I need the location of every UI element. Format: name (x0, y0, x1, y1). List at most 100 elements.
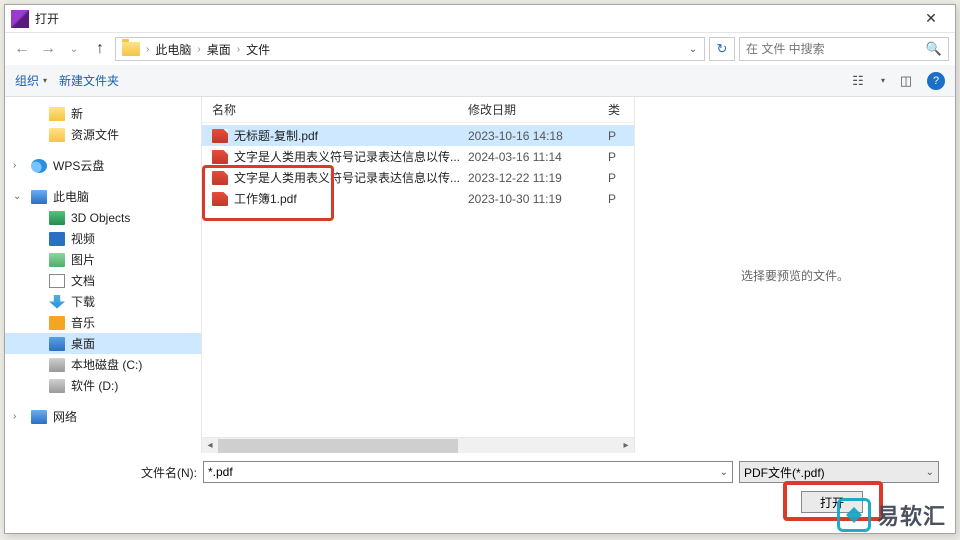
body-area: 新 资源文件 ›WPS云盘 ⌄此电脑 3D Objects 视频图片文档下载音乐桌… (5, 97, 955, 453)
breadcrumb-this-pc[interactable]: 此电脑 (151, 41, 195, 58)
column-header-modified[interactable]: 修改日期 (468, 101, 608, 118)
recent-dropdown-icon[interactable]: ⌄ (63, 38, 85, 60)
sidebar-item-wps-cloud[interactable]: ›WPS云盘 (5, 155, 201, 176)
pc-icon (31, 190, 47, 204)
horizontal-scrollbar[interactable]: ◂ ▸ (202, 437, 634, 453)
sidebar-item[interactable]: 图片 (5, 249, 201, 270)
sidebar-item-label: 网络 (53, 408, 77, 425)
folder-icon (49, 128, 65, 142)
file-date: 2024-03-16 11:14 (468, 150, 608, 164)
column-header-name[interactable]: 名称 (212, 101, 468, 118)
app-icon (11, 10, 29, 28)
filetype-filter-combobox[interactable]: PDF文件(*.pdf) ⌄ (739, 461, 939, 483)
preview-pane-button[interactable]: ◫ (897, 72, 915, 90)
address-dropdown-icon[interactable]: ⌄ (684, 44, 702, 55)
organize-menu[interactable]: 组织 ▾ (15, 72, 47, 89)
toolbar: 组织 ▾ 新建文件夹 ☷ ▾ ◫ ? (5, 65, 955, 97)
file-row[interactable]: 工作簿1.pdf2023-10-30 11:19P (202, 188, 634, 209)
file-name: 无标题-复制.pdf (234, 127, 468, 144)
pdf-icon (212, 171, 228, 185)
chevron-right-icon: › (237, 44, 240, 55)
organize-label: 组织 (15, 72, 39, 89)
disk-icon (49, 358, 65, 372)
back-button[interactable]: ← (11, 38, 33, 60)
address-bar[interactable]: › 此电脑 › 桌面 › 文件 ⌄ (115, 37, 705, 61)
view-options-button[interactable]: ☷ (849, 72, 867, 90)
search-icon[interactable]: 🔍 (926, 41, 942, 57)
file-name: 文字是人类用表义符号记录表达信息以传... (234, 169, 468, 186)
cloud-icon (31, 159, 47, 173)
scroll-left-button[interactable]: ◂ (202, 439, 218, 453)
sidebar-item[interactable]: 文档 (5, 270, 201, 291)
new-folder-button[interactable]: 新建文件夹 (59, 72, 119, 89)
chevron-down-icon[interactable]: ⌄ (926, 467, 934, 478)
help-button[interactable]: ? (927, 72, 945, 90)
sidebar-item[interactable]: 音乐 (5, 312, 201, 333)
sidebar-item[interactable]: 视频 (5, 228, 201, 249)
file-row[interactable]: 文字是人类用表义符号记录表达信息以传...2023-12-22 11:19P (202, 167, 634, 188)
refresh-button[interactable]: ↻ (709, 37, 735, 61)
sidebar-item-new[interactable]: 新 (5, 103, 201, 124)
preview-pane: 选择要预览的文件。 (635, 97, 955, 453)
sidebar-item[interactable]: 下载 (5, 291, 201, 312)
file-date: 2023-12-22 11:19 (468, 171, 608, 185)
sidebar-item-resources[interactable]: 资源文件 (5, 124, 201, 145)
search-box[interactable]: 🔍 (739, 37, 949, 61)
open-button[interactable]: 打开 (801, 491, 863, 513)
chevron-right-icon: › (146, 44, 149, 55)
file-row[interactable]: 无标题-复制.pdf2023-10-16 14:18P (202, 125, 634, 146)
forward-button[interactable]: → (37, 38, 59, 60)
up-button[interactable]: ↑ (89, 38, 111, 60)
pdf-icon (212, 129, 228, 143)
sidebar-item-label: 软件 (D:) (71, 377, 118, 394)
file-name: 工作簿1.pdf (234, 190, 468, 207)
sidebar-item-label: 本地磁盘 (C:) (71, 356, 142, 373)
folder-icon (49, 107, 65, 121)
chevron-down-icon: ▾ (43, 76, 47, 85)
sidebar-item[interactable]: 本地磁盘 (C:) (5, 354, 201, 375)
sidebar-item-label: 新 (71, 105, 83, 122)
column-header-type[interactable]: 类 (608, 101, 628, 118)
sidebar-item[interactable]: 桌面 (5, 333, 201, 354)
sidebar-item-network[interactable]: › 网络 (5, 406, 201, 427)
desk-icon (49, 337, 65, 351)
filename-value: *.pdf (208, 465, 233, 479)
scroll-track[interactable] (218, 439, 618, 453)
chevron-down-icon[interactable]: ⌄ (720, 467, 728, 478)
sidebar-item[interactable]: 3D Objects (5, 207, 201, 228)
sidebar-item-this-pc[interactable]: ⌄此电脑 (5, 186, 201, 207)
scroll-thumb[interactable] (218, 439, 458, 453)
down-icon (49, 295, 65, 309)
vid-icon (49, 232, 65, 246)
preview-empty-text: 选择要预览的文件。 (741, 267, 849, 284)
pic-icon (49, 253, 65, 267)
breadcrumb-folder[interactable]: 文件 (242, 41, 274, 58)
scroll-right-button[interactable]: ▸ (618, 439, 634, 453)
pdf-icon (212, 192, 228, 206)
file-list-pane: 名称 修改日期 类 无标题-复制.pdf2023-10-16 14:18P文字是… (201, 97, 635, 453)
bottom-bar: 文件名(N): *.pdf ⌄ PDF文件(*.pdf) ⌄ 打开 取消 (5, 453, 955, 529)
sidebar-item-label: 下载 (71, 293, 95, 310)
file-type: P (608, 150, 628, 164)
file-type: P (608, 192, 628, 206)
close-button[interactable]: ✕ (913, 7, 949, 31)
filter-value: PDF文件(*.pdf) (744, 464, 825, 481)
chevron-down-icon[interactable]: ▾ (881, 76, 885, 85)
open-file-dialog: 打开 ✕ ← → ⌄ ↑ › 此电脑 › 桌面 › 文件 ⌄ ↻ 🔍 组织 ▾ … (4, 4, 956, 534)
file-row[interactable]: 文字是人类用表义符号记录表达信息以传...2024-03-16 11:14P (202, 146, 634, 167)
search-input[interactable] (746, 42, 926, 56)
sidebar-item[interactable]: 软件 (D:) (5, 375, 201, 396)
filename-combobox[interactable]: *.pdf ⌄ (203, 461, 733, 483)
open-button-label: 打开 (820, 494, 844, 511)
sidebar-item-label: 3D Objects (71, 211, 130, 225)
chevron-right-icon: › (13, 411, 16, 422)
music-icon (49, 316, 65, 330)
sidebar-item-label: 视频 (71, 230, 95, 247)
file-type: P (608, 129, 628, 143)
sidebar-item-label: 此电脑 (53, 188, 89, 205)
breadcrumb-desktop[interactable]: 桌面 (203, 41, 235, 58)
file-list: 无标题-复制.pdf2023-10-16 14:18P文字是人类用表义符号记录表… (202, 123, 634, 437)
file-date: 2023-10-16 14:18 (468, 129, 608, 143)
sidebar-item-label: 文档 (71, 272, 95, 289)
sidebar-item-label: 桌面 (71, 335, 95, 352)
